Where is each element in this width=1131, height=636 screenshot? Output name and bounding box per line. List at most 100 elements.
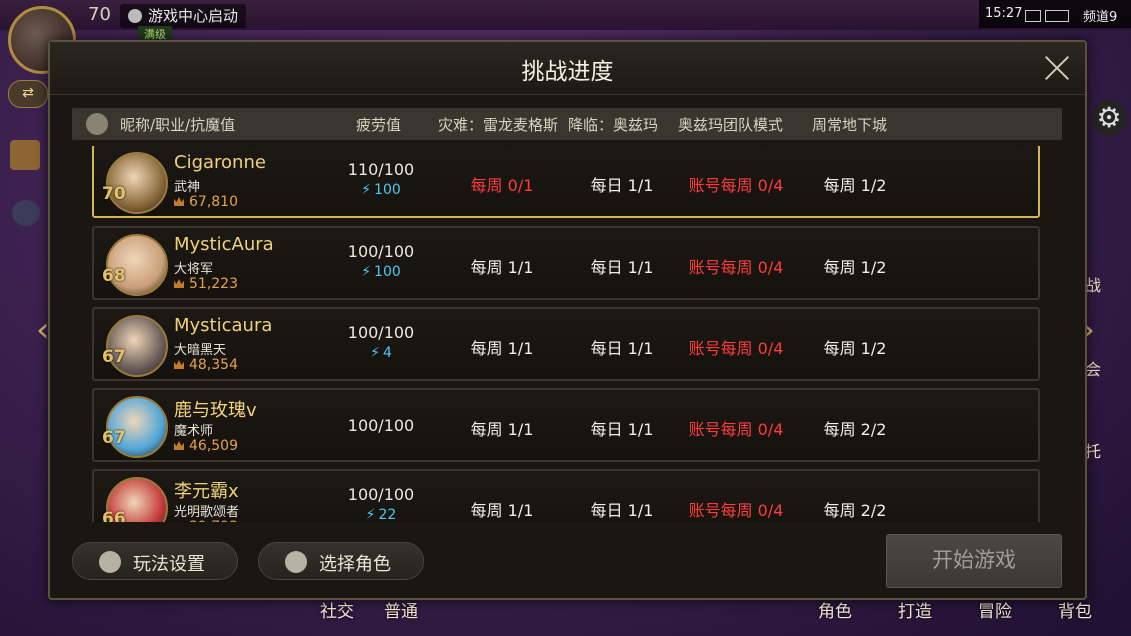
stamina-value: ⚡ 4 xyxy=(344,345,418,361)
nav-bag[interactable]: 背包 xyxy=(1058,597,1092,622)
table-header: 昵称/职业/抗魔值 疲劳值 灾难：雷龙麦格斯 降临：奥兹玛 奥兹玛团队模式 周常… xyxy=(72,108,1062,140)
nav-forge[interactable]: 打造 xyxy=(898,597,932,622)
weekly-dungeon-progress: 每周 1/2 xyxy=(823,339,887,358)
character-level: 67 xyxy=(102,428,126,448)
character-portrait xyxy=(106,396,168,458)
weekly-dungeon-progress: 每周 1/2 xyxy=(823,258,887,277)
power-value: 46,509 xyxy=(189,438,238,454)
header-ozma-raid: 奥兹玛团队模式 xyxy=(678,116,784,134)
fatigue-value: 100/100 xyxy=(347,416,415,435)
right-menu-battle[interactable]: 战 xyxy=(1085,272,1101,296)
status-time: 15:27 xyxy=(985,6,1023,21)
nav-social[interactable]: 社交 xyxy=(320,597,354,622)
nav-character[interactable]: 角色 xyxy=(818,597,852,622)
character-job: 武神 xyxy=(174,180,201,195)
right-menu-entrust[interactable]: 托 xyxy=(1085,438,1101,462)
character-job: 光明歌颂者 xyxy=(174,505,240,520)
stamina-number: 100 xyxy=(374,182,401,198)
descent-progress: 每日 1/1 xyxy=(590,501,654,520)
gear-icon xyxy=(99,551,121,573)
weekly-dungeon-progress: 每周 2/2 xyxy=(823,420,887,439)
character-name: Mysticaura xyxy=(174,315,273,336)
character-level: 66 xyxy=(102,509,126,522)
fatigue-value: 100/100 xyxy=(347,323,415,342)
game-center-button[interactable]: 游戏中心启动 xyxy=(120,4,247,28)
stamina-value: ⚡ 100 xyxy=(344,182,418,198)
dialog-header: 挑战进度 xyxy=(50,42,1085,95)
settings-gear-icon[interactable]: ⚙ xyxy=(1091,100,1127,136)
power-value: 67,810 xyxy=(189,194,238,210)
fatigue-value: 100/100 xyxy=(347,485,415,504)
character-row[interactable]: 68 MysticAura 大将军 51,223 100/100 ⚡ 100 每周 1/1 每日… xyxy=(92,226,1040,300)
power-value: 51,223 xyxy=(189,276,238,292)
character-row[interactable]: 67 Mysticaura 大暗黑天 48,354 100/100 ⚡ 4 每周 1/1 每日 … xyxy=(92,307,1040,381)
weekly-dungeon-progress: 每周 2/2 xyxy=(823,501,887,520)
crown-icon xyxy=(174,360,184,369)
descent-progress: 每日 1/1 xyxy=(590,339,654,358)
nav-normal[interactable]: 普通 xyxy=(384,597,418,622)
challenge-progress-dialog: 挑战进度 昵称/职业/抗魔值 疲劳值 灾难：雷龙麦格斯 降临：奥兹玛 奥兹玛团队… xyxy=(48,40,1087,600)
header-descent: 降临：奥兹玛 xyxy=(568,116,659,134)
wifi-icon xyxy=(1025,10,1041,22)
status-bar: 15:27 频道9 xyxy=(979,0,1131,28)
select-character-button[interactable]: 选择角色 xyxy=(258,542,424,580)
select-character-label: 选择角色 xyxy=(319,554,391,575)
crown-icon xyxy=(174,197,184,206)
header-profile: 昵称/职业/抗魔值 xyxy=(120,116,236,134)
game-center-icon xyxy=(128,9,142,23)
bottom-nav: 社交 普通 角色 打造 冒险 背包 xyxy=(0,596,1131,636)
character-name: 李元霸x xyxy=(174,481,239,502)
power-value: 39,793 xyxy=(189,519,238,522)
power-value: 48,354 xyxy=(189,357,238,373)
disaster-progress: 每周 1/1 xyxy=(470,501,534,520)
header-fatigue: 疲劳值 xyxy=(356,116,402,134)
character-portrait xyxy=(106,234,168,296)
close-icon[interactable] xyxy=(1043,54,1071,82)
channel-label: 频道9 xyxy=(1083,10,1118,25)
character-job: 大暗黑天 xyxy=(174,343,227,358)
ozma-raid-progress: 账号每周 0/4 xyxy=(688,339,784,358)
character-icon xyxy=(285,551,307,573)
ozma-raid-progress: 账号每周 0/4 xyxy=(688,258,784,277)
stamina-value: ⚡ 22 xyxy=(344,507,418,522)
descent-progress: 每日 1/1 xyxy=(590,176,654,195)
stamina-number: 4 xyxy=(382,345,392,361)
scroll-icon[interactable] xyxy=(10,140,40,170)
character-row[interactable]: 66 李元霸x 光明歌颂者39,793 100/100 ⚡22 每周 1/1 每日 1/1 账… xyxy=(92,469,1040,522)
character-level: 68 xyxy=(102,266,126,286)
character-power: 51,223 xyxy=(174,276,238,292)
friends-icon[interactable] xyxy=(12,200,40,226)
game-center-label: 游戏中心启动 xyxy=(148,7,239,25)
descent-progress: 每日 1/1 xyxy=(590,420,654,439)
character-row[interactable]: 70 Cigaronne 武神 67,810 110/100 ⚡ 100 每周 0/1 每日 1… xyxy=(92,146,1040,218)
battery-icon xyxy=(1045,10,1069,22)
character-list: 70 Cigaronne 武神 67,810 110/100 ⚡ 100 每周 0/1 每日 1… xyxy=(90,146,1044,522)
character-job: 大将军 xyxy=(174,262,214,277)
profile-header-icon xyxy=(86,113,108,135)
character-power: 67,810 xyxy=(174,194,238,210)
lightning-icon: ⚡ xyxy=(365,507,376,522)
ozma-raid-progress: 账号每周 0/4 xyxy=(688,501,784,520)
lightning-icon: ⚡ xyxy=(370,345,380,361)
play-settings-button[interactable]: 玩法设置 xyxy=(72,542,238,580)
switch-icon[interactable]: ⇄ xyxy=(8,80,48,108)
stamina-number: 100 xyxy=(374,264,401,280)
header-disaster: 灾难：雷龙麦格斯 xyxy=(438,116,559,134)
ozma-raid-progress: 账号每周 0/4 xyxy=(688,176,784,195)
lightning-icon: ⚡ xyxy=(361,264,372,280)
fatigue-value: 100/100 xyxy=(347,242,415,261)
character-row[interactable]: 67 鹿与玫瑰v 魔术师 46,509 100/100 每周 1/1 每日 1/1 账号每周 … xyxy=(92,388,1040,462)
header-weekly-dungeon: 周常地下城 xyxy=(812,116,888,134)
crown-icon xyxy=(174,279,184,288)
character-portrait xyxy=(106,315,168,377)
crown-icon xyxy=(174,441,184,450)
descent-progress: 每日 1/1 xyxy=(590,258,654,277)
character-portrait xyxy=(106,152,168,214)
weekly-dungeon-progress: 每周 1/2 xyxy=(823,176,887,195)
character-power: 39,793 xyxy=(174,519,238,522)
nav-adventure[interactable]: 冒险 xyxy=(978,597,1012,622)
right-menu-guild[interactable]: 会 xyxy=(1085,356,1101,380)
start-game-button[interactable]: 开始游戏 xyxy=(886,534,1062,588)
character-level: 67 xyxy=(102,347,126,367)
lightning-icon: ⚡ xyxy=(361,182,372,198)
